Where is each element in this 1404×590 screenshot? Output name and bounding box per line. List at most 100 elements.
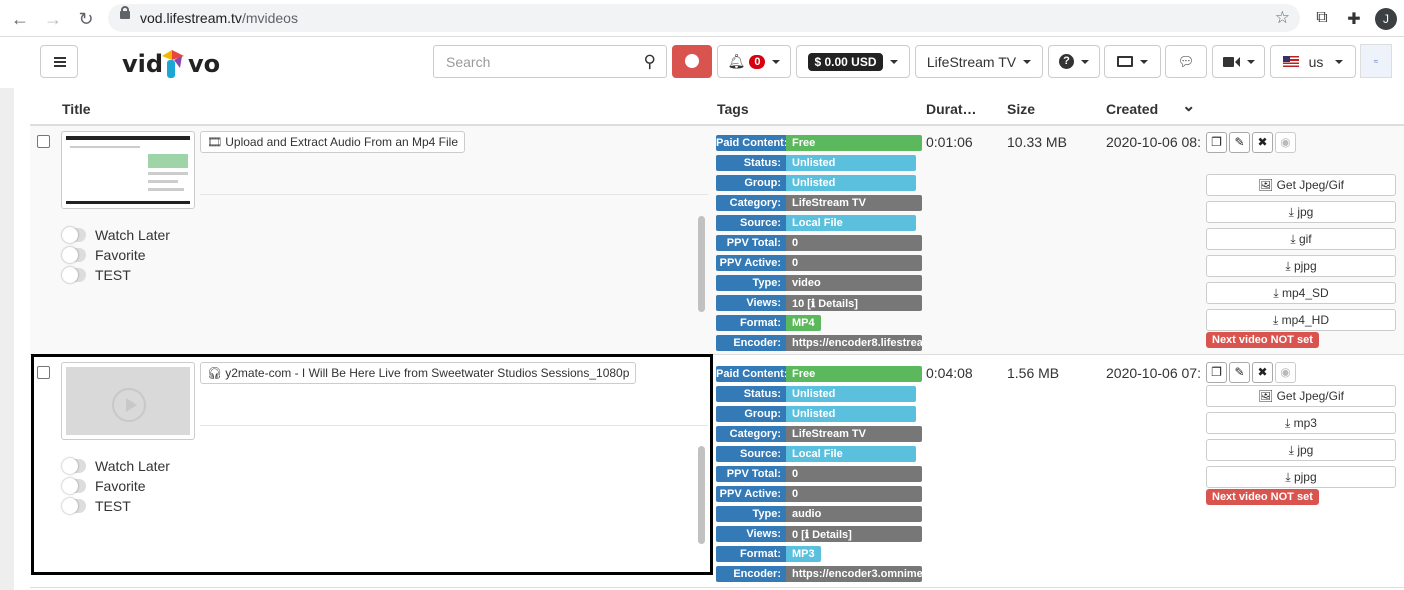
language-select[interactable]: us [1270, 45, 1356, 78]
tag-value: https://encoder8.lifestream [786, 335, 922, 351]
eye-icon[interactable]: ◉ [1275, 362, 1296, 383]
reload-icon[interactable]: ↻ [76, 9, 96, 29]
chevron-down-icon [1081, 59, 1089, 64]
test-toggle[interactable] [62, 267, 86, 283]
tag-key: Type: [716, 506, 786, 522]
file-size: 10.33 MB [1007, 134, 1067, 150]
tag-key: Group: [716, 175, 786, 191]
eye-icon[interactable]: ◉ [1275, 132, 1296, 153]
column-created[interactable]: Created [1106, 101, 1158, 117]
tag-key: Encoder: [716, 335, 786, 351]
record-button[interactable] [672, 45, 712, 78]
button-label: pjpg [1293, 259, 1317, 273]
table-header: Title Tags Durat… Size Created ⌄ [30, 88, 1404, 126]
column-size[interactable]: Size [1007, 101, 1035, 117]
vidivo-logo[interactable]: vid vo [122, 46, 237, 80]
edit-icon[interactable]: ✎ [1229, 362, 1250, 383]
download-gif-button[interactable]: ⤓ gif [1206, 228, 1396, 250]
video-title[interactable]: 🎞︎ Upload and Extract Audio From an Mp4 F… [200, 131, 466, 153]
tag-value: https://encoder3.omnimed [786, 566, 922, 582]
bookmark-star-icon[interactable]: ☆ [1275, 8, 1290, 28]
video-camera-button[interactable] [1212, 45, 1265, 78]
video-thumbnail[interactable] [61, 131, 195, 209]
video-camera-icon [1222, 56, 1234, 67]
tag-key: PPV Total: [716, 235, 786, 251]
puzzle-icon[interactable]: ✚ [1344, 9, 1364, 29]
download-jpg-button[interactable]: ⤓ jpg [1206, 201, 1396, 223]
next-video-badge[interactable]: Next video NOT set [1206, 332, 1319, 348]
button-label: jpg [1297, 443, 1314, 457]
row-actions: ❐ ✎ ✖ ◉ [1206, 362, 1296, 383]
column-title[interactable]: Title [62, 101, 91, 117]
tag-key: Category: [716, 426, 786, 442]
tag-key: Source: [716, 446, 786, 462]
download-icon: ⤓ [1285, 259, 1294, 273]
download-pjpg-button[interactable]: ⤓ pjpg [1206, 255, 1396, 277]
channel-label: LifeStream TV [926, 53, 1017, 70]
created-date: 2020-10-06 08: [1106, 134, 1201, 150]
row-checkbox[interactable] [37, 135, 50, 148]
address-bar[interactable]: vod.lifestream.tv/mvideos ☆ [108, 4, 1300, 32]
extension-icon[interactable]: ⧉ [1312, 9, 1332, 27]
tag-value: Free [786, 366, 922, 382]
delete-icon[interactable]: ✖ [1252, 362, 1273, 383]
created-date: 2020-10-06 07: [1106, 365, 1201, 381]
next-video-badge[interactable]: Next video NOT set [1206, 489, 1319, 505]
help-button[interactable]: ? [1048, 45, 1100, 78]
edit-icon[interactable]: ✎ [1229, 132, 1250, 153]
tag-value: LifeStream TV [786, 426, 922, 442]
get-jpeg-gif-button[interactable]: 🖼︎ Get Jpeg/Gif [1206, 385, 1396, 407]
tag-key: Status: [716, 386, 786, 402]
get-jpeg-gif-button[interactable]: 🖼︎ Get Jpeg/Gif [1206, 174, 1396, 196]
tag-item: Group: Unlisted [716, 406, 922, 422]
comments-icon: 💬︎ [1177, 53, 1195, 69]
download-pjpg-button[interactable]: ⤓ pjpg [1206, 466, 1396, 488]
tag-key: Type: [716, 275, 786, 291]
chevron-down-icon [1140, 59, 1148, 64]
tag-key: Paid Content: [716, 366, 788, 382]
browser-toolbar: ← → ↻ vod.lifestream.tv/mvideos ☆ ⧉ ✚ J [0, 0, 1404, 37]
question-circle-icon: ? [1059, 54, 1074, 69]
balance-button[interactable]: $ 0.00 USD [796, 45, 910, 78]
button-label: gif [1298, 232, 1312, 246]
tag-key: Status: [716, 155, 786, 171]
tag-item: Group: Unlisted [716, 175, 922, 191]
column-duration[interactable]: Durat… [926, 101, 977, 117]
hamburger-menu-button[interactable] [40, 45, 78, 78]
download-jpg-button[interactable]: ⤓ jpg [1206, 439, 1396, 461]
tag-key: PPV Total: [716, 466, 786, 482]
tag-value: 0 [786, 235, 922, 251]
selection-highlight [31, 354, 713, 575]
favorite-toggle[interactable] [62, 247, 86, 263]
notifications-button[interactable]: 🔔︎ 0 [717, 45, 791, 78]
button-label: mp4_HD [1281, 313, 1329, 327]
back-arrow-icon[interactable]: ← [10, 9, 30, 29]
download-mp4-hd-button[interactable]: ⤓ mp4_HD [1206, 309, 1396, 331]
tag-list: Paid Content: Free Status: Unlisted Group: Un… [716, 135, 922, 355]
sort-chevron-down-icon[interactable]: ⌄ [1182, 96, 1195, 116]
search-input[interactable] [434, 46, 629, 77]
button-label: pjpg [1293, 470, 1317, 484]
copy-icon[interactable]: ❐ [1206, 362, 1227, 383]
tag-value: 0 [ℹ Details] [786, 526, 922, 542]
download-mp3-button[interactable]: ⤓ mp3 [1206, 412, 1396, 434]
tag-key: Source: [716, 215, 786, 231]
download-mp4-sd-button[interactable]: ⤓ mp4_SD [1206, 282, 1396, 304]
tag-item: Type: video [716, 275, 922, 291]
watch-later-toggle[interactable] [62, 227, 86, 243]
column-tags[interactable]: Tags [717, 101, 749, 117]
channel-select[interactable]: LifeStream TV [915, 45, 1043, 78]
channel-logo[interactable]: ≈ [1360, 44, 1392, 78]
tag-value: 0 [786, 255, 922, 271]
forward-arrow-icon[interactable]: → [43, 9, 63, 29]
tag-key: Views: [716, 526, 786, 542]
table-row: 🎞︎ Upload and Extract Audio From an Mp4 F… [30, 126, 1404, 355]
display-button[interactable] [1104, 45, 1161, 78]
description-scrollbar[interactable] [698, 216, 705, 312]
tag-key: Paid Content: [716, 135, 788, 151]
delete-icon[interactable]: ✖ [1252, 132, 1273, 153]
search-icon[interactable]: ⚲ [644, 52, 656, 72]
chat-button[interactable]: 💬︎ [1165, 45, 1207, 78]
avatar[interactable]: J [1375, 8, 1397, 30]
copy-icon[interactable]: ❐ [1206, 132, 1227, 153]
